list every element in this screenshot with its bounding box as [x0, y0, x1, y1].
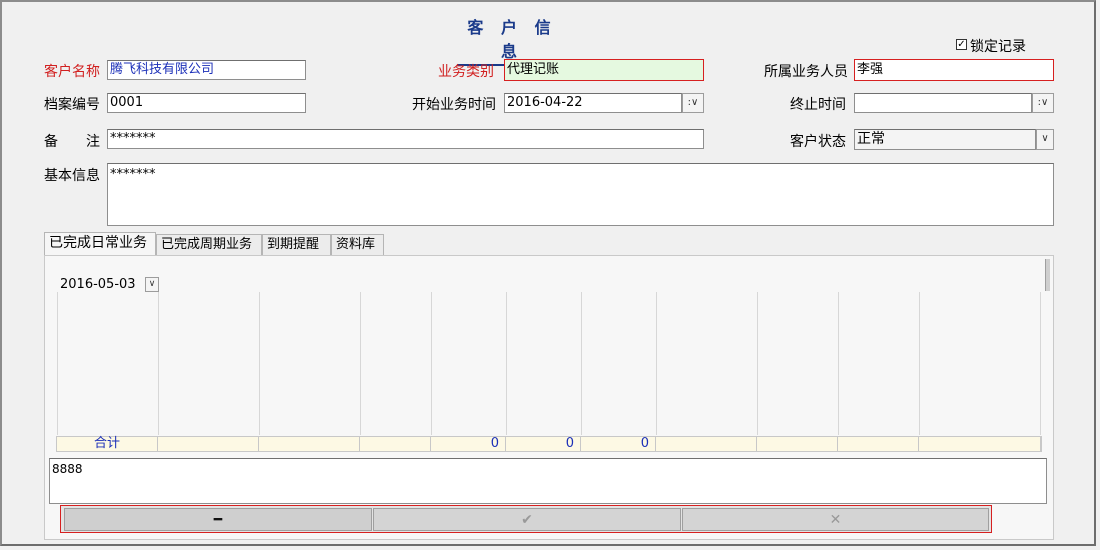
customer-name-field[interactable]: 腾飞科技有限公司	[107, 60, 306, 80]
summary-cell	[259, 436, 360, 452]
chevron-down-icon: ∨	[1041, 133, 1049, 144]
chevron-down-icon: :∨	[1037, 97, 1049, 108]
status-select[interactable]: 正常	[854, 129, 1036, 150]
date-filter-dropdown-button[interactable]: ∨	[145, 277, 159, 292]
checkbox-check-icon: ✓	[957, 39, 966, 50]
summary-cell	[757, 436, 838, 452]
file-no-label: 档案编号	[44, 97, 100, 113]
lock-record-label: 锁定记录	[970, 39, 1026, 55]
confirm-button[interactable]: ✔	[373, 508, 681, 531]
status-label: 客户状态	[790, 134, 846, 150]
summary-value-3: 0	[581, 436, 656, 452]
grid-column-line	[158, 292, 159, 435]
basic-info-textarea[interactable]: *******	[107, 163, 1054, 226]
summary-cell	[838, 436, 919, 452]
end-time-label: 终止时间	[790, 97, 846, 113]
grid-column-line	[838, 292, 839, 435]
grid-column-line	[431, 292, 432, 435]
tab-expiry-reminder[interactable]: 到期提醒	[262, 234, 331, 255]
start-time-dropdown-button[interactable]: :∨	[682, 93, 704, 113]
remark-field[interactable]: *******	[107, 129, 704, 149]
tab-completed-periodic[interactable]: 已完成周期业务	[156, 234, 262, 255]
grid-column-line	[581, 292, 582, 435]
grid-column-line	[919, 292, 920, 435]
status-dropdown-button[interactable]: ∨	[1036, 129, 1054, 150]
grid-column-line	[1040, 292, 1041, 435]
summary-total-label: 合计	[57, 436, 158, 452]
business-type-field[interactable]: 代理记账	[504, 59, 704, 81]
start-time-label: 开始业务时间	[412, 97, 496, 113]
end-time-field[interactable]	[854, 93, 1032, 113]
summary-cell	[158, 436, 259, 452]
date-filter-value: 2016-05-03	[60, 277, 136, 292]
salesperson-field[interactable]: 李强	[854, 59, 1054, 81]
note-textarea[interactable]: 8888	[49, 458, 1047, 504]
summary-cell	[656, 436, 757, 452]
summary-value-1: 0	[431, 436, 506, 452]
grid-column-line	[506, 292, 507, 435]
basic-info-label: 基本信息	[44, 168, 100, 184]
file-no-field[interactable]: 0001	[107, 93, 306, 113]
grid-column-line	[757, 292, 758, 435]
business-type-label: 业务类别	[438, 64, 494, 80]
grid-column-line	[57, 292, 58, 435]
remark-label-1: 备	[44, 134, 58, 150]
summary-cell	[360, 436, 431, 452]
summary-cell	[919, 436, 1041, 452]
vertical-scrollbar[interactable]	[1045, 259, 1050, 291]
start-time-field[interactable]: 2016-04-22	[504, 93, 682, 113]
end-time-dropdown-button[interactable]: :∨	[1032, 93, 1054, 113]
chevron-down-icon: ∨	[148, 279, 156, 289]
grid-column-line	[656, 292, 657, 435]
minus-button[interactable]: ━	[64, 508, 372, 531]
summary-value-2: 0	[506, 436, 581, 452]
chevron-down-icon: :∨	[687, 97, 699, 108]
salesperson-label: 所属业务人员	[764, 64, 848, 80]
tab-document-library[interactable]: 资料库	[331, 234, 384, 255]
cancel-button[interactable]: ✕	[682, 508, 989, 531]
lock-record-checkbox[interactable]: ✓	[956, 39, 967, 50]
tab-completed-daily[interactable]: 已完成日常业务	[44, 232, 156, 255]
grid-column-line	[259, 292, 260, 435]
grid-column-line	[360, 292, 361, 435]
remark-label-2: 注	[86, 134, 100, 150]
customer-name-label: 客户名称	[44, 64, 100, 80]
